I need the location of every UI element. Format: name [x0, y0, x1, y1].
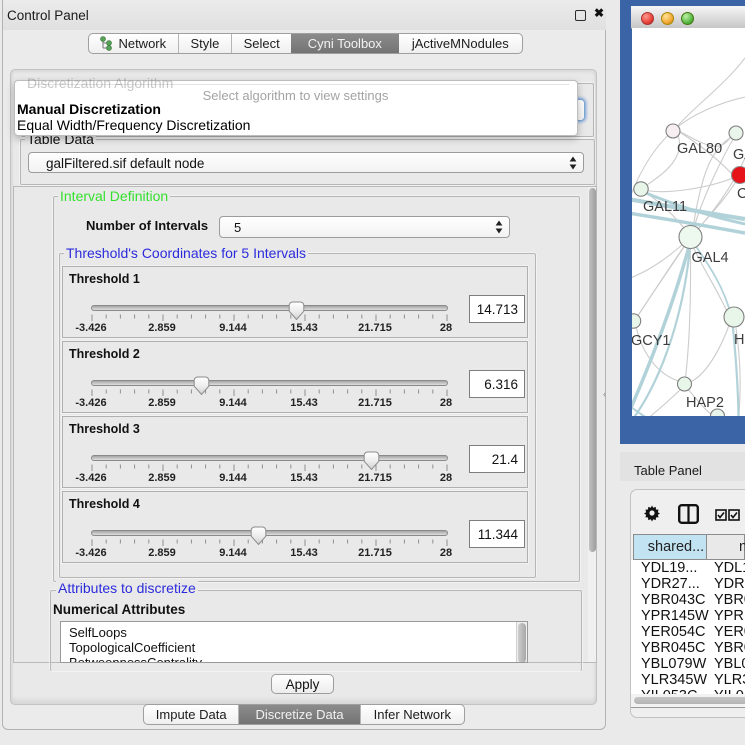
svg-text:GAL11: GAL11	[643, 199, 687, 215]
svg-text:GAL80: GAL80	[677, 141, 722, 157]
svg-text:GCY1: GCY1	[632, 333, 671, 349]
svg-text:GA: GA	[733, 147, 745, 163]
svg-text:H: H	[734, 332, 744, 348]
svg-text:C: C	[737, 186, 745, 202]
svg-text:HAP2: HAP2	[686, 395, 724, 411]
svg-text:GAL4: GAL4	[692, 250, 729, 266]
